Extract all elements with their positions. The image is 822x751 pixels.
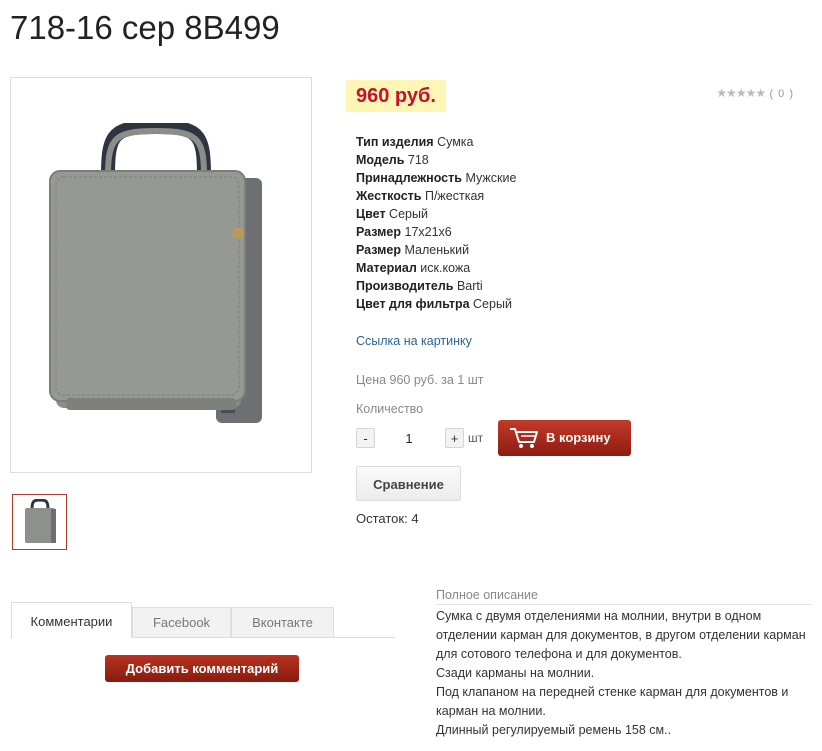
spec-row: Тип изделия Сумка bbox=[356, 133, 516, 151]
rating-stars[interactable]: ★★★★★ bbox=[716, 86, 766, 100]
quantity-unit: шт bbox=[468, 431, 484, 445]
spec-label: Жесткость bbox=[356, 189, 422, 203]
spec-row: Принадлежность Мужские bbox=[356, 169, 516, 187]
quantity-input[interactable] bbox=[378, 427, 440, 449]
quantity-label: Количество bbox=[356, 402, 424, 416]
spec-value: 718 bbox=[407, 153, 429, 167]
bag-thumbnail-image bbox=[25, 499, 56, 543]
spec-label: Модель bbox=[356, 153, 405, 167]
spec-value: Мужские bbox=[465, 171, 517, 185]
spec-value: Серый bbox=[473, 297, 512, 311]
tab-vkontakte[interactable]: Вконтакте bbox=[231, 607, 334, 637]
spec-row: Материал иск.кожа bbox=[356, 259, 516, 277]
quantity-increment-button[interactable]: + bbox=[445, 428, 464, 448]
rating-widget[interactable]: ★★★★★ ( 0 ) bbox=[716, 86, 794, 100]
add-to-cart-button[interactable]: В корзину bbox=[498, 420, 631, 456]
description-body: Сумка с двумя отделениями на молнии, вну… bbox=[436, 607, 816, 740]
spec-row: Цвет для фильтра Серый bbox=[356, 295, 516, 313]
spec-row: Жесткость П/жесткая bbox=[356, 187, 516, 205]
compare-button[interactable]: Сравнение bbox=[356, 466, 461, 501]
tab-facebook[interactable]: Facebook bbox=[132, 607, 231, 637]
description-paragraph: Сзади карманы на молнии. bbox=[436, 666, 595, 680]
product-main-image[interactable] bbox=[10, 77, 312, 473]
spec-label: Принадлежность bbox=[356, 171, 462, 185]
spec-label: Размер bbox=[356, 243, 402, 257]
bag-image bbox=[49, 123, 262, 423]
spec-value: Маленький bbox=[404, 243, 470, 257]
quantity-decrement-button[interactable]: - bbox=[356, 428, 375, 448]
description-paragraph: Длинный регулируемый ремень 158 см.. bbox=[436, 723, 672, 737]
rating-count: ( 0 ) bbox=[769, 88, 794, 100]
price-per-unit: Цена 960 руб. за 1 шт bbox=[356, 373, 484, 387]
spec-value: 17x21x6 bbox=[404, 225, 452, 239]
add-to-cart-label: В корзину bbox=[546, 430, 611, 445]
spec-label: Цвет для фильтра bbox=[356, 297, 470, 311]
spec-row: Размер 17x21x6 bbox=[356, 223, 516, 241]
spec-label: Материал bbox=[356, 261, 417, 275]
spec-label: Тип изделия bbox=[356, 135, 434, 149]
description-paragraph: Под клапаном на передней стенке карман д… bbox=[436, 685, 789, 718]
spec-value: Серый bbox=[389, 207, 428, 221]
description-title: Полное описание bbox=[436, 588, 538, 602]
description-divider bbox=[436, 604, 811, 605]
description-paragraph: Сумка с двумя отделениями на молнии, вну… bbox=[436, 609, 806, 661]
product-price: 960 руб. bbox=[346, 80, 446, 112]
spec-value: Сумка bbox=[437, 135, 474, 149]
tab-comments[interactable]: Комментарии bbox=[11, 602, 132, 638]
add-comment-button[interactable]: Добавить комментарий bbox=[105, 655, 299, 682]
cart-icon bbox=[510, 428, 538, 448]
product-specs: Тип изделия Сумка Модель 718 Принадлежно… bbox=[356, 133, 516, 313]
image-link[interactable]: Ссылка на картинку bbox=[356, 334, 472, 348]
page-title: 718-16 сер 8В499 bbox=[10, 9, 280, 46]
spec-label: Цвет bbox=[356, 207, 386, 221]
stock-count: Остаток: 4 bbox=[356, 511, 419, 526]
spec-value: П/жесткая bbox=[424, 189, 485, 203]
spec-value: Barti bbox=[456, 279, 483, 293]
spec-label: Размер bbox=[356, 225, 402, 239]
spec-row: Размер Маленький bbox=[356, 241, 516, 259]
spec-row: Модель 718 bbox=[356, 151, 516, 169]
spec-value: иск.кожа bbox=[420, 261, 471, 275]
spec-label: Производитель bbox=[356, 279, 454, 293]
product-thumbnail[interactable] bbox=[12, 494, 67, 550]
spec-row: Производитель Barti bbox=[356, 277, 516, 295]
spec-row: Цвет Серый bbox=[356, 205, 516, 223]
